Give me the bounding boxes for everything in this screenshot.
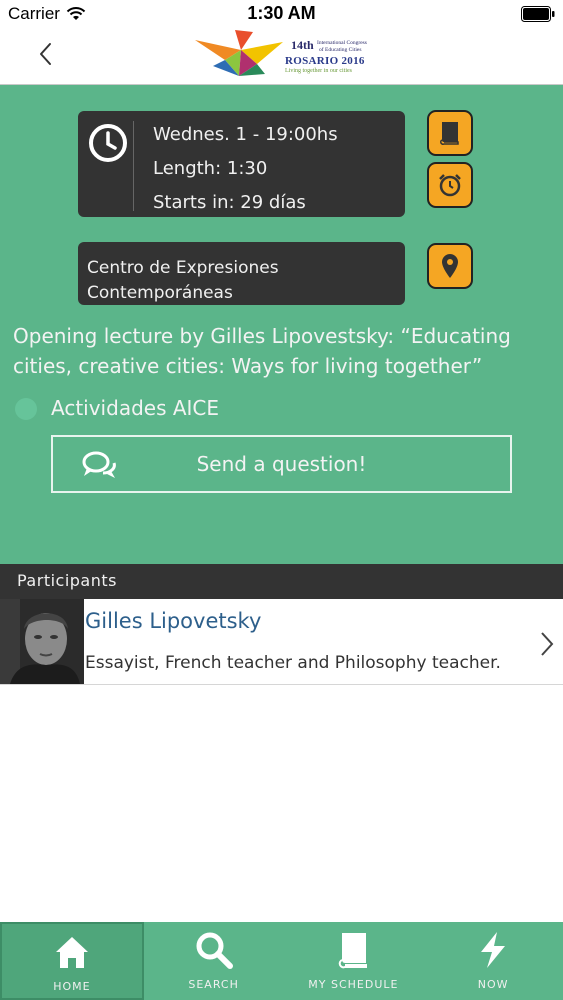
send-question-label: Send a question!	[196, 452, 367, 476]
set-alarm-button[interactable]	[427, 162, 473, 208]
event-starts-in: Starts in: 29 días	[153, 192, 306, 213]
venue-box: Centro de Expresiones Contemporáneas	[78, 242, 405, 305]
search-icon	[196, 932, 233, 969]
participant-avatar	[0, 599, 84, 684]
participant-bio: Essayist, French teacher and Philosophy …	[85, 653, 501, 673]
event-day-time: Wednes. 1 - 19:00hs	[153, 124, 338, 145]
navigation-bar: 14th International Congress of Educating…	[0, 28, 563, 85]
event-time-box: Wednes. 1 - 19:00hs Length: 1:30 Starts …	[78, 111, 405, 217]
book-icon	[339, 933, 368, 969]
logo-tagline: Living together in our cities	[285, 68, 352, 74]
battery-icon	[521, 6, 555, 22]
participants-header: Participants	[0, 564, 563, 599]
congress-logo: 14th International Congress of Educating…	[195, 30, 395, 80]
venue-map-button[interactable]	[427, 243, 473, 289]
tab-now[interactable]: NOW	[423, 922, 563, 1000]
category-label: Actividades AICE	[51, 396, 220, 420]
tab-home[interactable]: HOME	[0, 922, 144, 1000]
logo-subtitle-1: International Congress	[317, 40, 367, 46]
venue-name: Centro de Expresiones Contemporáneas	[87, 258, 279, 303]
logo-subtitle-2: of Educating Cities	[319, 47, 362, 53]
clock-icon	[89, 124, 127, 162]
tab-search[interactable]: SEARCH	[144, 922, 284, 1000]
status-bar: Carrier 1:30 AM	[0, 0, 563, 28]
logo-title: 14th	[291, 38, 314, 52]
alarm-clock-icon	[439, 174, 461, 197]
participant-name: Gilles Lipovetsky	[85, 609, 262, 633]
tab-my-schedule-label: MY SCHEDULE	[308, 978, 399, 991]
logo-city: ROSARIO 2016	[285, 55, 365, 67]
time-divider	[133, 121, 134, 211]
tab-home-label: HOME	[53, 980, 91, 993]
event-title: Opening lecture by Gilles Lipovestsky: “…	[13, 324, 511, 378]
event-detail-panel: Wednes. 1 - 19:00hs Length: 1:30 Starts …	[0, 85, 563, 564]
add-to-schedule-button[interactable]	[427, 110, 473, 156]
chevron-right-icon	[541, 632, 554, 656]
participant-row[interactable]: Gilles Lipovetsky Essayist, French teach…	[0, 599, 563, 685]
map-pin-icon	[442, 254, 458, 278]
tab-bar: HOME SEARCH MY SCHEDULE NOW	[0, 922, 563, 1000]
back-button[interactable]	[30, 38, 62, 70]
lightning-icon	[481, 932, 506, 968]
participants-title: Participants	[17, 571, 117, 590]
tab-search-label: SEARCH	[188, 978, 239, 991]
status-time: 1:30 AM	[247, 3, 316, 23]
tab-now-label: NOW	[477, 978, 509, 991]
tab-my-schedule[interactable]: MY SCHEDULE	[284, 922, 424, 1000]
logo-kite-icon	[195, 30, 283, 76]
send-question-button[interactable]: Send a question!	[51, 435, 512, 493]
category-color-dot	[15, 398, 37, 420]
home-icon	[55, 937, 88, 968]
event-length: Length: 1:30	[153, 158, 268, 179]
book-icon	[440, 122, 459, 145]
